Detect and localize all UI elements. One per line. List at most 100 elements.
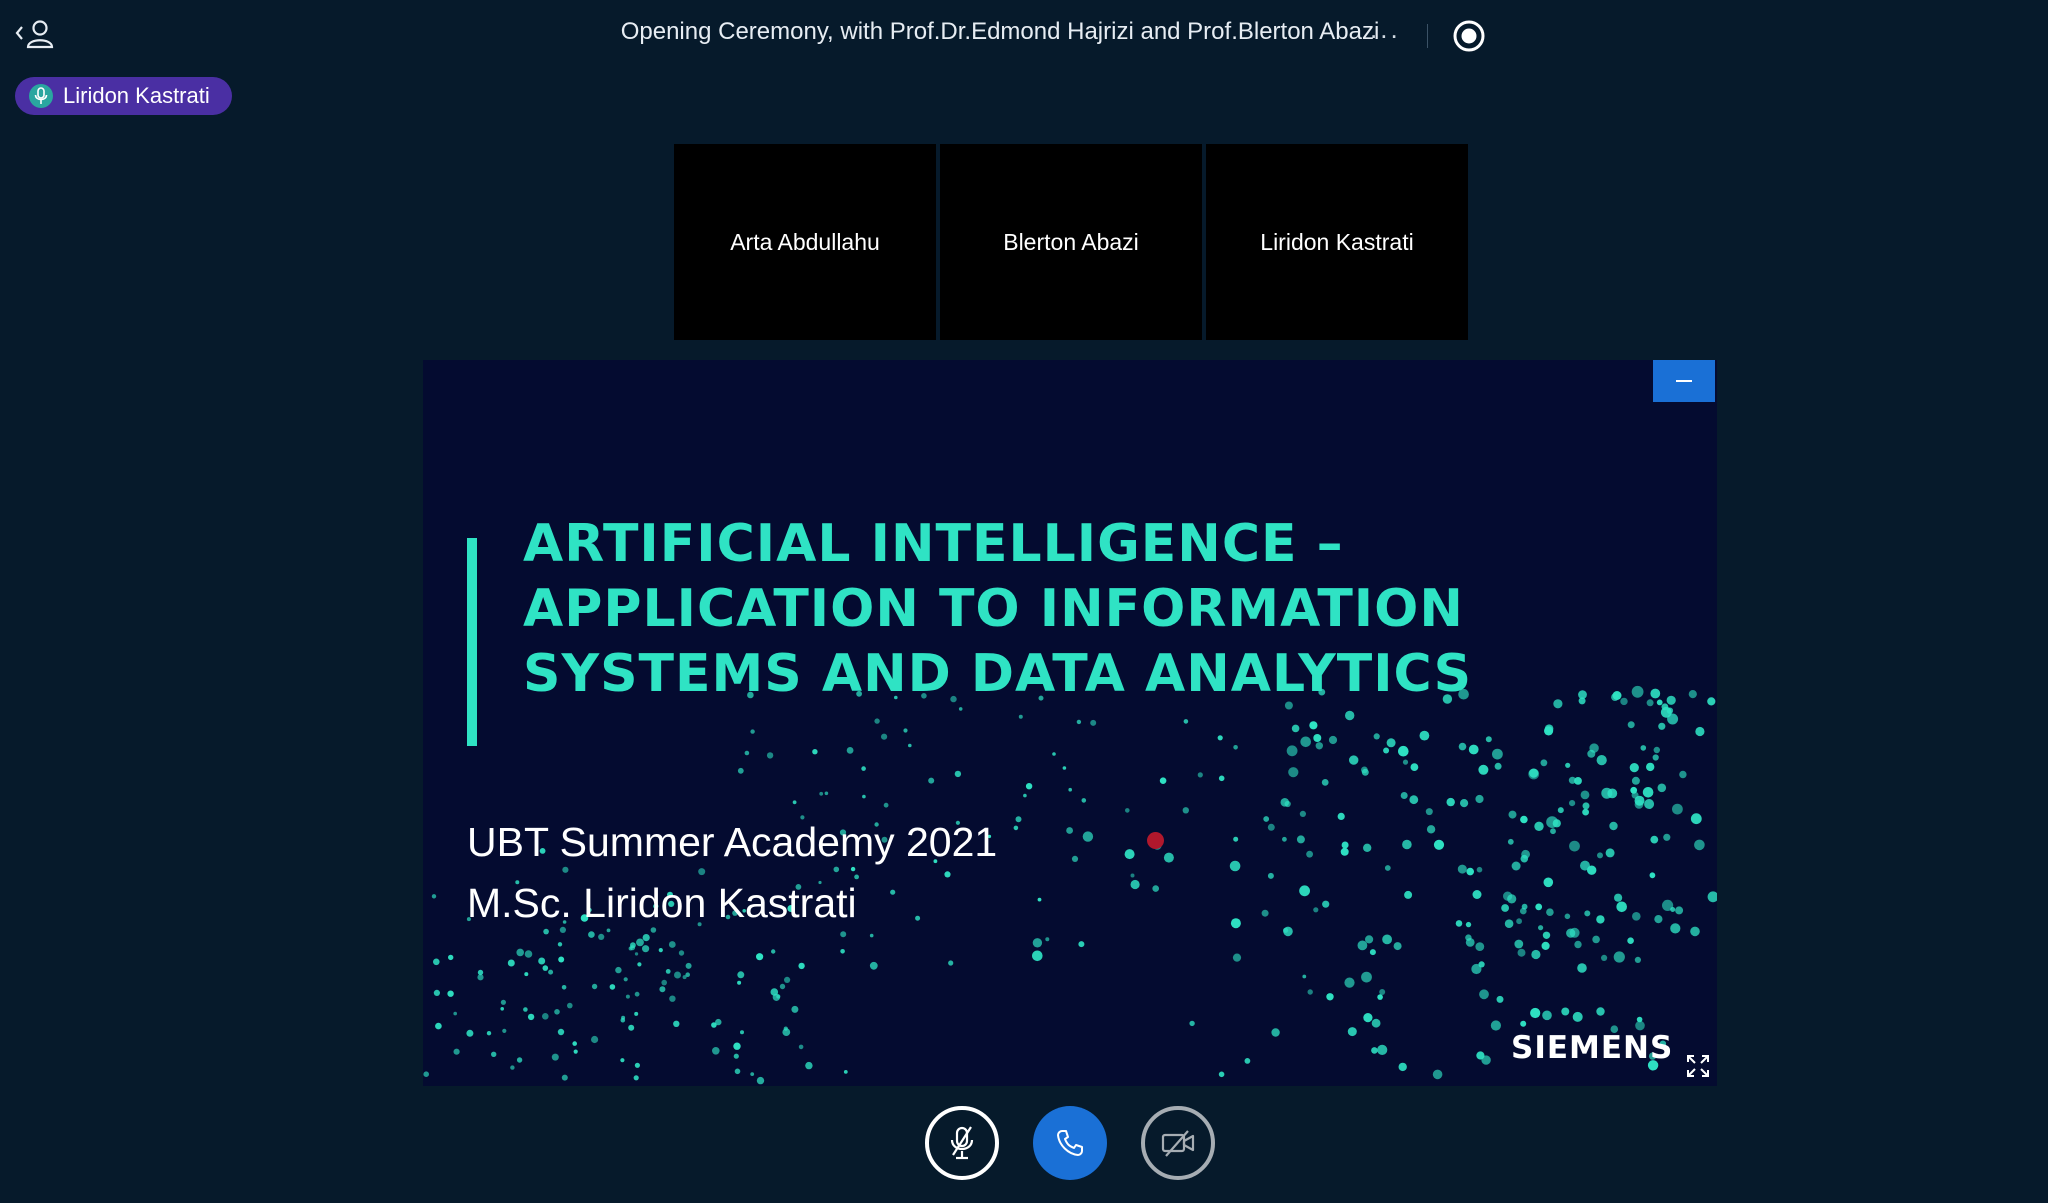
background-dot <box>1485 736 1492 743</box>
background-dot <box>1263 816 1270 822</box>
background-dot <box>1081 798 1087 803</box>
background-dot <box>1596 915 1605 924</box>
background-dot <box>1402 759 1409 765</box>
background-dot <box>711 1022 717 1028</box>
background-dot <box>1425 808 1433 816</box>
background-dot <box>633 1075 639 1081</box>
more-options-button[interactable]: ... <box>1370 14 1401 45</box>
background-dot <box>1569 927 1580 938</box>
background-dot <box>1528 768 1540 780</box>
background-dot <box>1377 1044 1388 1055</box>
background-dot <box>1544 724 1554 733</box>
background-dot <box>1640 745 1647 751</box>
background-dot <box>634 1062 640 1068</box>
video-off-icon <box>1161 1130 1195 1157</box>
background-dot <box>1582 802 1590 810</box>
record-button[interactable] <box>1452 19 1486 53</box>
background-dot <box>1569 800 1576 807</box>
background-dot <box>1433 839 1445 850</box>
background-dot <box>1574 940 1582 949</box>
background-dot <box>1349 755 1359 765</box>
mute-button[interactable] <box>925 1106 999 1180</box>
background-dot <box>1511 861 1521 871</box>
background-dot <box>1183 719 1189 724</box>
background-dot <box>1078 941 1085 948</box>
background-dot <box>928 777 935 784</box>
background-dot <box>557 1028 565 1036</box>
background-dot <box>1656 699 1663 706</box>
video-button[interactable] <box>1141 1106 1215 1180</box>
background-dot <box>620 1017 626 1023</box>
background-dot <box>1282 836 1287 842</box>
background-dot <box>1517 948 1526 957</box>
background-dot <box>1371 1047 1378 1054</box>
video-tile[interactable]: Arta Abdullahu <box>674 144 936 340</box>
video-tile[interactable]: Blerton Abazi <box>940 144 1202 340</box>
background-dot <box>1666 707 1674 714</box>
background-dot <box>846 747 854 754</box>
background-dot <box>567 1002 573 1009</box>
background-dot <box>1229 860 1241 872</box>
background-dot <box>954 770 962 778</box>
background-dot <box>477 974 484 981</box>
background-dot <box>784 976 791 984</box>
background-dot <box>1707 697 1716 706</box>
background-dot <box>642 945 650 953</box>
background-dot <box>1288 767 1299 778</box>
background-dot <box>1345 710 1355 721</box>
background-dot <box>1520 907 1527 915</box>
background-dot <box>737 971 745 979</box>
background-dot <box>1457 864 1467 874</box>
slide-accent-bar <box>467 538 477 746</box>
background-dot <box>1466 867 1474 876</box>
background-dot <box>573 1049 578 1054</box>
talking-indicator[interactable]: Liridon Kastrati <box>15 77 232 115</box>
slide-title: ARTIFICIAL INTELLIGENCE – APPLICATION TO… <box>523 512 1623 707</box>
background-dot <box>1013 825 1019 831</box>
background-dot <box>862 794 866 799</box>
background-dot <box>1068 787 1072 792</box>
background-dot <box>620 1058 625 1063</box>
background-dot <box>551 1053 559 1061</box>
background-dot <box>466 1029 474 1037</box>
background-dot <box>771 949 776 954</box>
background-dot <box>1182 807 1189 814</box>
background-dot <box>1307 989 1313 995</box>
background-dot <box>783 1026 788 1031</box>
background-dot <box>1605 848 1615 858</box>
background-dot <box>1230 918 1241 929</box>
background-dot <box>824 791 829 796</box>
background-dot <box>1189 1020 1195 1027</box>
background-dot <box>1347 1027 1357 1037</box>
background-dot <box>1267 823 1275 831</box>
background-dot <box>1244 1058 1251 1064</box>
background-dot <box>1616 901 1627 913</box>
minimize-presentation-button[interactable] <box>1653 360 1715 402</box>
user-list-toggle[interactable] <box>14 16 58 52</box>
video-tile[interactable]: Liridon Kastrati <box>1206 144 1468 340</box>
background-dot <box>1670 923 1681 934</box>
background-dot <box>869 933 874 938</box>
meeting-title: Opening Ceremony, with Prof.Dr.Edmond Ha… <box>620 18 1380 45</box>
background-dot <box>776 994 781 999</box>
background-dot <box>491 1051 497 1057</box>
background-dot <box>431 894 437 899</box>
presentation-area: ARTIFICIAL INTELLIGENCE – APPLICATION TO… <box>423 360 1717 1086</box>
fullscreen-button[interactable] <box>1685 1053 1711 1079</box>
background-dot <box>1384 865 1391 871</box>
background-dot <box>770 988 779 996</box>
background-dot <box>1564 913 1571 920</box>
background-dot <box>1542 1010 1552 1021</box>
background-dot <box>1315 742 1323 750</box>
background-dot <box>561 985 567 990</box>
background-dot <box>527 1013 535 1021</box>
background-dot <box>1233 745 1238 750</box>
background-dot <box>750 729 755 734</box>
background-dot <box>1492 748 1503 760</box>
background-dot <box>685 962 692 969</box>
mic-muted-icon <box>950 1126 974 1160</box>
background-dot <box>1163 852 1174 863</box>
background-dot <box>642 934 650 942</box>
background-dot <box>812 749 818 755</box>
hang-up-button[interactable] <box>1033 1106 1107 1180</box>
